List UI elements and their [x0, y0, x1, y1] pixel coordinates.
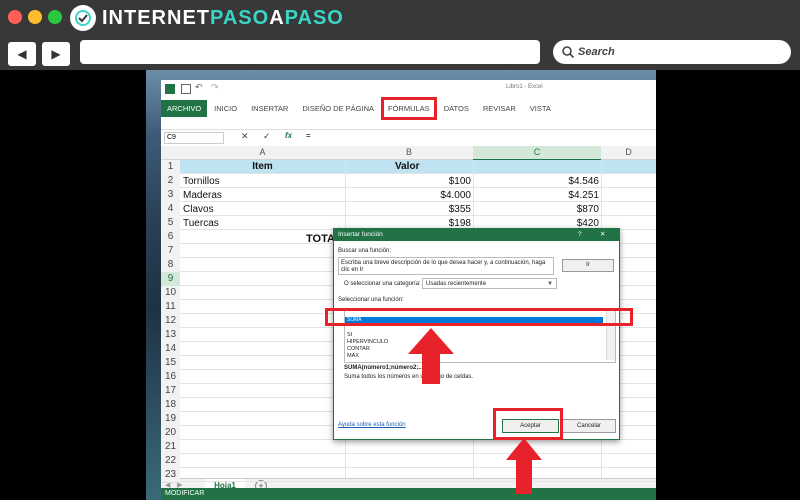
minimize-window-icon[interactable] — [28, 10, 42, 24]
function-item-si[interactable]: SI — [347, 332, 352, 338]
grid-line — [180, 201, 656, 202]
grid-line — [180, 481, 656, 482]
column-header-d[interactable]: D — [601, 146, 656, 159]
redo-icon[interactable]: ↷ — [211, 82, 219, 93]
forward-button[interactable]: ▶ — [42, 42, 70, 66]
function-item-hipervinculo[interactable]: HIPERVINCULO — [347, 339, 388, 345]
tab-diseno-pagina[interactable]: DISEÑO DE PÁGINA — [295, 104, 381, 113]
tab-insertar[interactable]: INSERTAR — [244, 104, 295, 113]
column-header-a[interactable]: A — [180, 146, 345, 159]
row-header[interactable]: 15 — [161, 356, 180, 371]
row-header[interactable]: 8 — [161, 258, 180, 273]
column-header-b[interactable]: B — [345, 146, 473, 159]
category-select[interactable]: Usadas recientemente ▼ — [422, 278, 557, 289]
row-header[interactable]: 6 — [161, 230, 180, 245]
cell-b1-valor[interactable]: Valor — [345, 160, 473, 174]
formula-input[interactable]: = — [306, 131, 311, 140]
row-header[interactable]: 5 — [161, 216, 180, 231]
row-header[interactable]: 3 — [161, 188, 180, 203]
suma-highlight-box — [325, 308, 633, 326]
chevron-down-icon: ▼ — [547, 281, 553, 287]
ribbon-tabs: ARCHIVO INICIO INSERTAR DISEÑO DE PÁGINA… — [161, 96, 656, 120]
row-header[interactable]: 11 — [161, 300, 180, 315]
cancel-button[interactable]: Cancelar — [562, 419, 616, 433]
row-header[interactable]: 9 — [161, 272, 180, 287]
row-header[interactable]: 13 — [161, 328, 180, 343]
row-header[interactable]: 10 — [161, 286, 180, 301]
dialog-title: Insertar función — [338, 231, 383, 238]
excel-logo-icon — [165, 84, 175, 94]
search-icon — [562, 46, 575, 59]
arrow-up-icon-2 — [506, 438, 542, 494]
tab-datos[interactable]: DATOS — [437, 104, 476, 113]
back-icon: ◀ — [17, 47, 27, 61]
row-header[interactable]: 14 — [161, 342, 180, 357]
row-header[interactable]: 17 — [161, 384, 180, 399]
select-function-label: Seleccionar una función: — [338, 297, 404, 303]
grid-line — [180, 467, 656, 468]
row-header[interactable]: 18 — [161, 398, 180, 413]
browser-title-bar: INTERNET PASO A PASO — [0, 0, 800, 34]
row-header[interactable]: 7 — [161, 244, 180, 259]
category-select-value: Usadas recientemente — [426, 281, 487, 287]
close-window-icon[interactable] — [8, 10, 22, 24]
search-input[interactable]: Search — [553, 40, 791, 64]
row-header[interactable]: 1 — [161, 160, 180, 175]
save-icon[interactable] — [181, 84, 191, 94]
forward-icon: ▶ — [51, 47, 61, 61]
grid-line — [180, 215, 656, 216]
address-bar[interactable] — [80, 40, 540, 64]
cell-a1-item[interactable]: Item — [180, 160, 345, 174]
function-item-contar[interactable]: CONTAR — [347, 346, 370, 352]
undo-icon[interactable]: ↶ — [195, 82, 203, 93]
window-title: Libro1 - Excel — [506, 84, 543, 90]
site-logo: INTERNET PASO A PASO — [70, 4, 344, 32]
dialog-title-bar: Insertar función ? ✕ — [334, 229, 619, 241]
grid-line — [180, 173, 656, 174]
confirm-entry-icon[interactable]: ✓ — [263, 131, 271, 142]
function-item-max[interactable]: MAX — [347, 353, 359, 359]
cancel-entry-icon[interactable]: ✕ — [241, 131, 249, 142]
search-function-input[interactable]: Escriba una breve descripción de lo que … — [338, 257, 554, 275]
row-header[interactable]: 23 — [161, 468, 180, 483]
row-header[interactable]: 16 — [161, 370, 180, 385]
help-icon[interactable]: ? — [578, 229, 582, 241]
tab-inicio[interactable]: INICIO — [207, 104, 244, 113]
insert-function-icon[interactable]: fx — [285, 131, 292, 140]
row-header[interactable]: 2 — [161, 174, 180, 189]
row-header[interactable]: 12 — [161, 314, 180, 329]
brand-text-internet: INTERNET — [102, 6, 210, 29]
brand-text-paso: PASO — [210, 6, 270, 29]
search-function-label: Buscar una función: — [338, 248, 392, 254]
row-header[interactable]: 4 — [161, 202, 180, 217]
grid-line — [180, 187, 656, 188]
search-placeholder: Search — [578, 46, 615, 58]
maximize-window-icon[interactable] — [48, 10, 62, 24]
grid-line — [180, 453, 656, 454]
name-box[interactable]: C9 — [164, 132, 224, 144]
row-header[interactable]: 21 — [161, 440, 180, 455]
accept-highlight-box — [493, 408, 563, 440]
category-label: O seleccionar una categoría: — [344, 281, 421, 287]
formula-bar: C9 ✕ ✓ fx = — [161, 129, 656, 147]
help-link[interactable]: Ayuda sobre esta función — [338, 422, 406, 428]
arrow-up-icon — [408, 328, 454, 384]
brand-text-paso-2: PASO — [284, 6, 344, 29]
brand-logo-icon — [70, 5, 96, 31]
tab-vista[interactable]: VISTA — [523, 104, 558, 113]
tab-revisar[interactable]: REVISAR — [476, 104, 523, 113]
tab-archivo[interactable]: ARCHIVO — [161, 99, 208, 117]
status-bar: MODIFICAR — [161, 488, 656, 500]
column-header-c[interactable]: C — [473, 146, 601, 161]
close-icon[interactable]: ✕ — [600, 229, 605, 241]
back-button[interactable]: ◀ — [8, 42, 36, 66]
go-button[interactable]: Ir — [562, 259, 614, 272]
row-header[interactable]: 20 — [161, 426, 180, 441]
row-header[interactable]: 19 — [161, 412, 180, 427]
brand-text-a: A — [269, 6, 285, 29]
row-header[interactable]: 22 — [161, 454, 180, 469]
insert-function-dialog: Insertar función ? ✕ Buscar una función:… — [333, 228, 620, 440]
tab-formulas[interactable]: FÓRMULAS — [381, 96, 437, 120]
column-headers: A B C D — [161, 146, 656, 161]
